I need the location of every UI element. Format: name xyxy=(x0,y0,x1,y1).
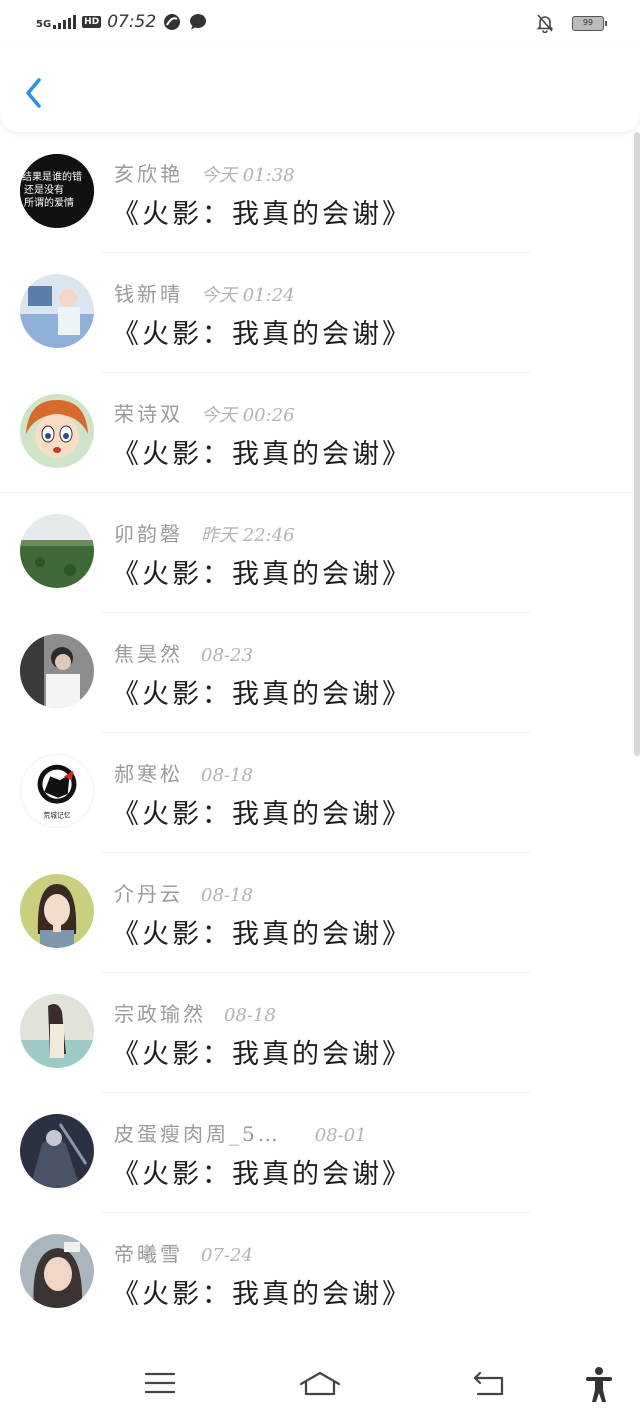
message-row[interactable]: 帝曦雪 07-24 《火影：我真的会谢》 xyxy=(0,1212,632,1333)
avatar-image xyxy=(20,514,94,588)
avatar-image xyxy=(20,1114,94,1188)
avatar-image: 荒城记忆 xyxy=(21,755,93,827)
sender-name: 卯韵磬 xyxy=(114,522,183,546)
message-time: 08-23 xyxy=(201,645,253,666)
avatar-image xyxy=(20,994,94,1068)
avatar-image xyxy=(20,394,94,468)
avatar[interactable]: 结果是谁的错 还是没有 所谓的爱情 xyxy=(20,154,94,228)
message-text: 《火影：我真的会谢》 xyxy=(112,1279,412,1310)
status-time: 07:52 xyxy=(107,12,157,32)
avatar-image: 结果是谁的错 还是没有 所谓的爱情 xyxy=(20,154,94,228)
avatar-text-line-3: 所谓的爱情 xyxy=(24,196,74,209)
message-text: 《火影：我真的会谢》 xyxy=(112,1039,412,1070)
message-text: 《火影：我真的会谢》 xyxy=(112,439,412,470)
message-row[interactable]: 介丹云 08-18 《火影：我真的会谢》 xyxy=(0,852,632,973)
message-row[interactable]: 结果是谁的错 还是没有 所谓的爱情 亥欣艳 今天 01:38 《火影：我真的会谢… xyxy=(0,132,632,253)
message-text: 《火影：我真的会谢》 xyxy=(112,1159,412,1190)
message-row[interactable]: 卯韵磬 昨天 22:46 《火影：我真的会谢》 xyxy=(0,492,632,613)
avatar[interactable] xyxy=(20,394,94,468)
message-text: 《火影：我真的会谢》 xyxy=(112,919,412,950)
message-time: 08-01 xyxy=(314,1125,367,1146)
sender-name: 焦昊然 xyxy=(114,642,183,666)
message-time: 今天 01:38 xyxy=(201,165,295,186)
system-nav-bar xyxy=(0,1332,640,1428)
avatar-image xyxy=(20,634,94,708)
avatar[interactable] xyxy=(20,514,94,588)
message-row[interactable]: 皮蛋瘦肉周_5… 08-01 《火影：我真的会谢》 xyxy=(0,1092,632,1213)
avatar-image xyxy=(20,1234,94,1308)
avatar-text-line-1: 结果是谁的错 xyxy=(22,170,82,183)
avatar[interactable] xyxy=(20,994,94,1068)
sender-name: 钱新晴 xyxy=(114,282,183,306)
home-button[interactable] xyxy=(298,1370,342,1398)
back-button[interactable] xyxy=(20,76,50,110)
message-time: 今天 01:24 xyxy=(201,285,295,306)
mute-bell-icon xyxy=(536,14,554,33)
message-row[interactable]: 荣诗双 今天 00:26 《火影：我真的会谢》 xyxy=(0,372,632,493)
home-icon xyxy=(299,1371,341,1396)
avatar[interactable]: 荒城记忆 xyxy=(20,754,94,828)
message-text: 《火影：我真的会谢》 xyxy=(112,799,412,830)
back-nav-button[interactable] xyxy=(472,1370,506,1398)
avatar[interactable] xyxy=(20,874,94,948)
menu-button[interactable] xyxy=(144,1370,176,1396)
message-row[interactable]: 钱新晴 今天 01:24 《火影：我真的会谢》 xyxy=(0,252,632,373)
sender-name: 荣诗双 xyxy=(114,402,183,426)
return-icon xyxy=(473,1371,504,1396)
battery-icon: 99 xyxy=(572,15,607,31)
message-text: 《火影：我真的会谢》 xyxy=(112,679,412,710)
chevron-left-icon xyxy=(26,78,41,108)
network-type-label: 5G xyxy=(36,19,52,30)
signal-icon xyxy=(53,15,77,29)
message-text: 《火影：我真的会谢》 xyxy=(112,559,412,590)
scrollbar[interactable] xyxy=(634,132,640,756)
message-time: 08-18 xyxy=(201,885,253,906)
avatar[interactable] xyxy=(20,1114,94,1188)
sender-name: 宗政瑜然 xyxy=(114,1002,206,1026)
message-row[interactable]: 焦昊然 08-23 《火影：我真的会谢》 xyxy=(0,612,632,733)
sender-name: 郝寒松 xyxy=(114,762,183,786)
avatar[interactable] xyxy=(20,634,94,708)
message-time: 08-18 xyxy=(224,1005,276,1026)
chat-notification-icon xyxy=(190,14,207,30)
app-notification-icon xyxy=(164,14,181,30)
avatar[interactable] xyxy=(20,274,94,348)
top-app-bar xyxy=(0,46,640,132)
sender-name: 皮蛋瘦肉周_5… xyxy=(114,1122,281,1146)
battery-level: 99 xyxy=(582,17,594,27)
message-time: 07-24 xyxy=(201,1245,253,1266)
menu-icon xyxy=(144,1372,176,1394)
message-time: 08-18 xyxy=(201,765,253,786)
network-indicator: 5G xyxy=(36,15,77,30)
message-text: 《火影：我真的会谢》 xyxy=(112,319,412,350)
sender-name: 亥欣艳 xyxy=(114,162,183,186)
avatar-image xyxy=(20,274,94,348)
message-row[interactable]: 宗政瑜然 08-18 《火影：我真的会谢》 xyxy=(0,972,632,1093)
message-row[interactable]: 荒城记忆 郝寒松 08-18 《火影：我真的会谢》 xyxy=(0,732,632,853)
message-time: 昨天 22:46 xyxy=(201,525,295,546)
avatar[interactable] xyxy=(20,1234,94,1308)
accessibility-icon xyxy=(586,1367,612,1402)
sender-name: 帝曦雪 xyxy=(114,1242,183,1266)
status-bar: 5G HD 07:52 99 xyxy=(0,0,640,46)
avatar-text-line-2: 还是没有 xyxy=(24,183,64,196)
hd-badge: HD xyxy=(82,16,102,28)
avatar-caption: 荒城记忆 xyxy=(43,810,70,819)
message-time: 今天 00:26 xyxy=(201,405,295,426)
message-text: 《火影：我真的会谢》 xyxy=(112,199,412,230)
sender-name: 介丹云 xyxy=(114,882,183,906)
avatar-image xyxy=(20,874,94,948)
accessibility-button[interactable] xyxy=(584,1366,614,1404)
